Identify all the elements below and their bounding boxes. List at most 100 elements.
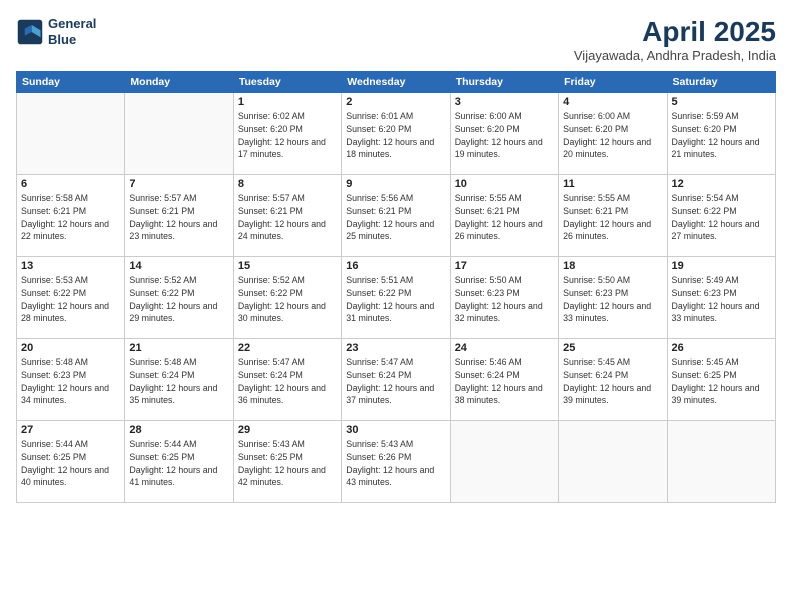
weekday-header-wednesday: Wednesday	[342, 72, 450, 93]
header: General Blue April 2025 Vijayawada, Andh…	[16, 16, 776, 63]
day-info: Sunrise: 5:52 AMSunset: 6:22 PMDaylight:…	[238, 274, 337, 325]
day-info: Sunrise: 6:02 AMSunset: 6:20 PMDaylight:…	[238, 110, 337, 161]
calendar-cell: 9 Sunrise: 5:56 AMSunset: 6:21 PMDaylight…	[342, 175, 450, 257]
calendar-cell: 10 Sunrise: 5:55 AMSunset: 6:21 PMDayligh…	[450, 175, 558, 257]
calendar-cell: 15Sunrise: 5:52 AMSunset: 6:22 PMDayligh…	[233, 257, 341, 339]
day-info: Sunrise: 5:48 AMSunset: 6:24 PMDaylight:…	[129, 356, 228, 407]
weekday-header-sunday: Sunday	[17, 72, 125, 93]
calendar-cell: 20 Sunrise: 5:48 AMSunset: 6:23 PMDayligh…	[17, 339, 125, 421]
day-info: Sunrise: 5:47 AMSunset: 6:24 PMDaylight:…	[346, 356, 445, 407]
calendar-cell: 17 Sunrise: 5:50 AMSunset: 6:23 PMDayligh…	[450, 257, 558, 339]
day-number: 30	[346, 424, 445, 436]
day-number: 1	[238, 96, 337, 108]
day-number: 7	[129, 178, 228, 190]
calendar-cell: 14 Sunrise: 5:52 AMSunset: 6:22 PMDayligh…	[125, 257, 233, 339]
week-row-5: 27Sunrise: 5:44 AMSunset: 6:25 PMDayligh…	[17, 421, 776, 503]
calendar-cell: 18 Sunrise: 5:50 AMSunset: 6:23 PMDayligh…	[559, 257, 667, 339]
calendar-cell: 3 Sunrise: 6:00 AMSunset: 6:20 PMDaylight…	[450, 93, 558, 175]
day-info: Sunrise: 6:00 AMSunset: 6:20 PMDaylight:…	[455, 110, 554, 161]
calendar-page: General Blue April 2025 Vijayawada, Andh…	[0, 0, 792, 612]
calendar-cell: 22 Sunrise: 5:47 AMSunset: 6:24 PMDayligh…	[233, 339, 341, 421]
month-title: April 2025	[574, 16, 776, 48]
week-row-3: 13Sunrise: 5:53 AMSunset: 6:22 PMDayligh…	[17, 257, 776, 339]
day-info: Sunrise: 5:48 AMSunset: 6:23 PMDaylight:…	[21, 356, 120, 407]
day-info: Sunrise: 5:45 AMSunset: 6:25 PMDaylight:…	[672, 356, 771, 407]
calendar-cell: 30 Sunrise: 5:43 AMSunset: 6:26 PMDayligh…	[342, 421, 450, 503]
day-number: 8	[238, 178, 337, 190]
weekday-header-tuesday: Tuesday	[233, 72, 341, 93]
day-info: Sunrise: 6:00 AMSunset: 6:20 PMDaylight:…	[563, 110, 662, 161]
week-row-4: 20 Sunrise: 5:48 AMSunset: 6:23 PMDayligh…	[17, 339, 776, 421]
day-number: 23	[346, 342, 445, 354]
weekday-header-row: SundayMondayTuesdayWednesdayThursdayFrid…	[17, 72, 776, 93]
day-number: 17	[455, 260, 554, 272]
day-info: Sunrise: 5:55 AMSunset: 6:21 PMDaylight:…	[455, 192, 554, 243]
weekday-header-thursday: Thursday	[450, 72, 558, 93]
day-number: 10	[455, 178, 554, 190]
day-info: Sunrise: 5:56 AMSunset: 6:21 PMDaylight:…	[346, 192, 445, 243]
day-info: Sunrise: 6:01 AMSunset: 6:20 PMDaylight:…	[346, 110, 445, 161]
calendar-cell: 5Sunrise: 5:59 AMSunset: 6:20 PMDaylight…	[667, 93, 775, 175]
day-info: Sunrise: 5:52 AMSunset: 6:22 PMDaylight:…	[129, 274, 228, 325]
week-row-2: 6 Sunrise: 5:58 AMSunset: 6:21 PMDaylight…	[17, 175, 776, 257]
day-number: 11	[563, 178, 662, 190]
calendar-cell: 2 Sunrise: 6:01 AMSunset: 6:20 PMDaylight…	[342, 93, 450, 175]
day-number: 26	[672, 342, 771, 354]
day-info: Sunrise: 5:43 AMSunset: 6:26 PMDaylight:…	[346, 438, 445, 489]
calendar-cell: 13Sunrise: 5:53 AMSunset: 6:22 PMDayligh…	[17, 257, 125, 339]
day-number: 13	[21, 260, 120, 272]
day-number: 14	[129, 260, 228, 272]
day-number: 27	[21, 424, 120, 436]
week-row-1: 1 Sunrise: 6:02 AMSunset: 6:20 PMDaylight…	[17, 93, 776, 175]
calendar-cell: 29Sunrise: 5:43 AMSunset: 6:25 PMDayligh…	[233, 421, 341, 503]
calendar-cell: 8Sunrise: 5:57 AMSunset: 6:21 PMDaylight…	[233, 175, 341, 257]
day-info: Sunrise: 5:57 AMSunset: 6:21 PMDaylight:…	[129, 192, 228, 243]
calendar-cell: 21 Sunrise: 5:48 AMSunset: 6:24 PMDayligh…	[125, 339, 233, 421]
calendar-table: SundayMondayTuesdayWednesdayThursdayFrid…	[16, 71, 776, 503]
day-number: 3	[455, 96, 554, 108]
day-info: Sunrise: 5:50 AMSunset: 6:23 PMDaylight:…	[455, 274, 554, 325]
day-number: 2	[346, 96, 445, 108]
calendar-cell	[559, 421, 667, 503]
day-info: Sunrise: 5:58 AMSunset: 6:21 PMDaylight:…	[21, 192, 120, 243]
calendar-cell: 26 Sunrise: 5:45 AMSunset: 6:25 PMDayligh…	[667, 339, 775, 421]
day-number: 28	[129, 424, 228, 436]
calendar-cell	[667, 421, 775, 503]
day-number: 16	[346, 260, 445, 272]
day-info: Sunrise: 5:51 AMSunset: 6:22 PMDaylight:…	[346, 274, 445, 325]
calendar-cell: 4Sunrise: 6:00 AMSunset: 6:20 PMDaylight…	[559, 93, 667, 175]
day-number: 5	[672, 96, 771, 108]
calendar-cell: 28Sunrise: 5:44 AMSunset: 6:25 PMDayligh…	[125, 421, 233, 503]
calendar-cell: 6 Sunrise: 5:58 AMSunset: 6:21 PMDaylight…	[17, 175, 125, 257]
calendar-cell: 1 Sunrise: 6:02 AMSunset: 6:20 PMDaylight…	[233, 93, 341, 175]
calendar-cell: 7 Sunrise: 5:57 AMSunset: 6:21 PMDaylight…	[125, 175, 233, 257]
day-number: 20	[21, 342, 120, 354]
weekday-header-friday: Friday	[559, 72, 667, 93]
calendar-cell: 25Sunrise: 5:45 AMSunset: 6:24 PMDayligh…	[559, 339, 667, 421]
calendar-cell: 11 Sunrise: 5:55 AMSunset: 6:21 PMDayligh…	[559, 175, 667, 257]
day-info: Sunrise: 5:43 AMSunset: 6:25 PMDaylight:…	[238, 438, 337, 489]
day-number: 9	[346, 178, 445, 190]
calendar-cell: 16 Sunrise: 5:51 AMSunset: 6:22 PMDayligh…	[342, 257, 450, 339]
logo-text: General Blue	[48, 16, 96, 47]
weekday-header-saturday: Saturday	[667, 72, 775, 93]
day-info: Sunrise: 5:47 AMSunset: 6:24 PMDaylight:…	[238, 356, 337, 407]
logo-icon	[16, 18, 44, 46]
calendar-cell: 12Sunrise: 5:54 AMSunset: 6:22 PMDayligh…	[667, 175, 775, 257]
calendar-cell: 27Sunrise: 5:44 AMSunset: 6:25 PMDayligh…	[17, 421, 125, 503]
day-number: 6	[21, 178, 120, 190]
day-info: Sunrise: 5:46 AMSunset: 6:24 PMDaylight:…	[455, 356, 554, 407]
day-number: 19	[672, 260, 771, 272]
weekday-header-monday: Monday	[125, 72, 233, 93]
location-subtitle: Vijayawada, Andhra Pradesh, India	[574, 48, 776, 63]
day-number: 21	[129, 342, 228, 354]
day-info: Sunrise: 5:55 AMSunset: 6:21 PMDaylight:…	[563, 192, 662, 243]
day-info: Sunrise: 5:54 AMSunset: 6:22 PMDaylight:…	[672, 192, 771, 243]
calendar-cell: 24Sunrise: 5:46 AMSunset: 6:24 PMDayligh…	[450, 339, 558, 421]
day-info: Sunrise: 5:50 AMSunset: 6:23 PMDaylight:…	[563, 274, 662, 325]
logo: General Blue	[16, 16, 96, 47]
day-number: 22	[238, 342, 337, 354]
calendar-cell	[17, 93, 125, 175]
day-number: 18	[563, 260, 662, 272]
day-info: Sunrise: 5:49 AMSunset: 6:23 PMDaylight:…	[672, 274, 771, 325]
